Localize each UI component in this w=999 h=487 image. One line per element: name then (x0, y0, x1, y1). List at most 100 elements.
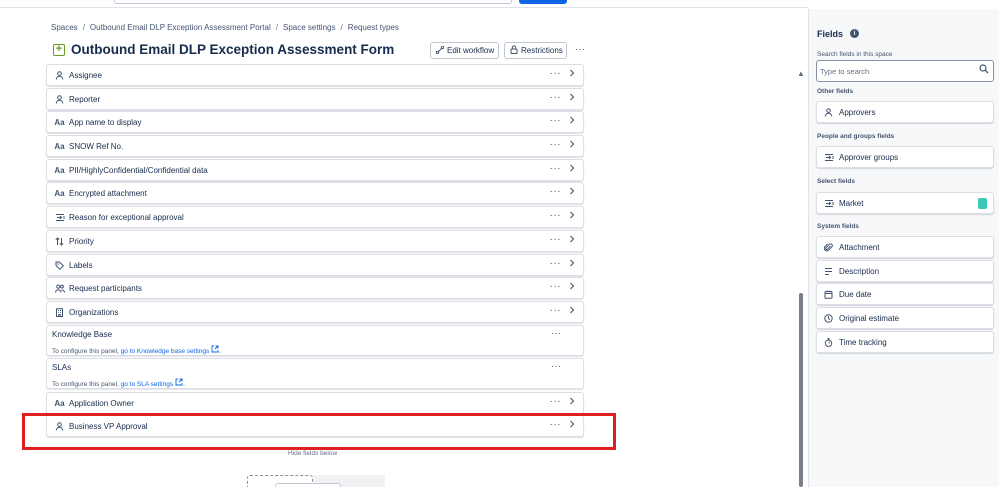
chevron-right-icon[interactable] (569, 306, 575, 316)
field-more-button[interactable]: ··· (550, 92, 562, 103)
chevron-right-icon[interactable] (569, 397, 575, 407)
field-more-button[interactable]: ··· (550, 163, 562, 174)
field-group-heading: Select fields (817, 178, 855, 185)
field-label: Reason for exceptional approval (69, 213, 184, 223)
person-icon (54, 94, 65, 105)
chevron-right-icon[interactable] (569, 164, 575, 174)
field-row[interactable]: Aa Application Owner ··· (46, 391, 584, 414)
field-group-heading: Other fields (817, 88, 854, 95)
breadcrumb-item-space-settings[interactable]: Space settings (283, 23, 335, 32)
field-more-button[interactable]: ··· (550, 258, 562, 269)
search-icon (979, 64, 989, 77)
available-field-item[interactable]: Approvers (816, 101, 994, 123)
field-row[interactable]: Aa SNOW Ref No. ··· (46, 135, 584, 158)
available-field-item[interactable]: Time tracking (816, 331, 994, 353)
available-field-label: Time tracking (839, 338, 887, 347)
text-field-icon: Aa (54, 189, 65, 199)
external-link-icon (175, 378, 183, 388)
info-icon[interactable]: i (850, 29, 859, 38)
chevron-right-icon[interactable] (569, 187, 575, 197)
field-label: PII/HighlyConfidential/Confidential data (69, 165, 208, 175)
panel-settings-link[interactable]: go to SLA settings (121, 381, 173, 388)
chevron-right-icon[interactable] (569, 116, 575, 126)
panel-description: To configure this panel, go to Knowledge… (52, 345, 221, 355)
field-group-heading: People and groups fields (817, 133, 895, 140)
panel-settings-link[interactable]: go to Knowledge base settings (121, 348, 210, 355)
field-more-button[interactable]: ··· (550, 396, 562, 407)
breadcrumb-item-portal[interactable]: Outbound Email DLP Exception Assessment … (90, 23, 271, 32)
field-more-button[interactable]: ··· (550, 210, 562, 221)
field-row[interactable]: Labels ··· (46, 253, 584, 276)
available-field-item[interactable]: Original estimate (816, 307, 994, 329)
panel-title: Knowledge Base (52, 329, 113, 339)
scroll-up-arrow-icon[interactable]: ▲ (797, 69, 805, 78)
edit-workflow-button[interactable]: Edit workflow (430, 42, 499, 59)
field-search-input[interactable] (820, 64, 970, 78)
chevron-right-icon[interactable] (569, 211, 575, 221)
available-field-item[interactable]: Due date (816, 283, 994, 305)
external-link-icon (211, 345, 219, 355)
request-type-fields: Assignee ··· Reporter ··· Aa App name to disp… (46, 64, 584, 439)
breadcrumb-item-request-types[interactable]: Request types (348, 23, 399, 32)
available-field-item[interactable]: Attachment (816, 236, 994, 258)
scroll-thumb[interactable] (799, 293, 803, 487)
field-row[interactable]: Reporter ··· (46, 87, 584, 110)
chevron-right-icon[interactable] (569, 93, 575, 103)
field-label: Request participants (69, 284, 142, 294)
person-icon (823, 107, 834, 118)
chevron-right-icon[interactable] (569, 69, 575, 79)
panel-more-button[interactable]: ··· (551, 361, 561, 372)
person-icon (54, 70, 65, 81)
field-label: Labels (69, 260, 93, 270)
chevron-right-icon[interactable] (569, 235, 575, 245)
more-actions-button[interactable]: ··· (575, 44, 585, 55)
chevron-right-icon[interactable] (569, 140, 575, 150)
panel-more-button[interactable]: ··· (551, 328, 561, 339)
panel-knowledge-base[interactable]: Knowledge Base ··· To configure this panel… (46, 324, 584, 356)
available-field-item[interactable]: Market (816, 192, 994, 214)
field-row[interactable]: Aa Encrypted attachment ··· (46, 182, 584, 205)
global-search-box[interactable] (114, 0, 512, 4)
scrollbar[interactable]: ▲ (796, 69, 806, 487)
available-field-label: Attachment (839, 243, 880, 252)
chevron-right-icon[interactable] (569, 259, 575, 269)
top-navigation-bar (0, 0, 808, 8)
chevron-right-icon[interactable] (569, 282, 575, 292)
available-field-item[interactable]: Approver groups (816, 146, 994, 168)
drop-zone-button[interactable] (275, 483, 341, 487)
priority-icon (54, 236, 65, 247)
field-label: App name to display (69, 118, 142, 128)
field-label: Application Owner (69, 398, 134, 408)
field-search-box[interactable] (816, 60, 994, 82)
field-row[interactable]: Organizations ··· (46, 300, 584, 323)
breadcrumb-item-spaces[interactable]: Spaces (51, 23, 78, 32)
restrictions-label: Restrictions (521, 46, 563, 55)
tag-icon (54, 260, 65, 271)
title-row: + Outbound Email DLP Exception Assessmen… (51, 42, 591, 60)
workflow-icon (435, 45, 445, 56)
field-more-button[interactable]: ··· (550, 139, 562, 150)
field-row[interactable]: Aa PII/HighlyConfidential/Confidential da… (46, 158, 584, 181)
field-more-button[interactable]: ··· (550, 234, 562, 245)
field-row[interactable]: Priority ··· (46, 229, 584, 252)
restrictions-button[interactable]: Restrictions (504, 42, 567, 59)
paragraph-icon (823, 266, 834, 277)
field-label: Reporter (69, 94, 101, 104)
clock-icon (823, 313, 834, 324)
people-icon (54, 283, 65, 294)
field-more-button[interactable]: ··· (550, 68, 562, 79)
create-button[interactable] (519, 0, 567, 4)
field-row[interactable]: Request participants ··· (46, 277, 584, 300)
field-row[interactable]: Reason for exceptional approval ··· (46, 206, 584, 229)
text-field-icon: Aa (54, 118, 65, 128)
field-more-button[interactable]: ··· (550, 115, 562, 126)
field-more-button[interactable]: ··· (550, 305, 562, 316)
field-row[interactable]: Aa App name to display ··· (46, 111, 584, 134)
hide-fields-divider: Hide fields below (288, 450, 338, 457)
field-row[interactable]: Assignee ··· (46, 64, 584, 86)
field-more-button[interactable]: ··· (550, 186, 562, 197)
field-more-button[interactable]: ··· (550, 281, 562, 292)
available-field-item[interactable]: Description (816, 260, 994, 282)
breadcrumb: Spaces / Outbound Email DLP Exception Asse… (51, 23, 399, 32)
panel-slas[interactable]: SLAs ··· To configure this panel, go to SL… (46, 358, 584, 390)
